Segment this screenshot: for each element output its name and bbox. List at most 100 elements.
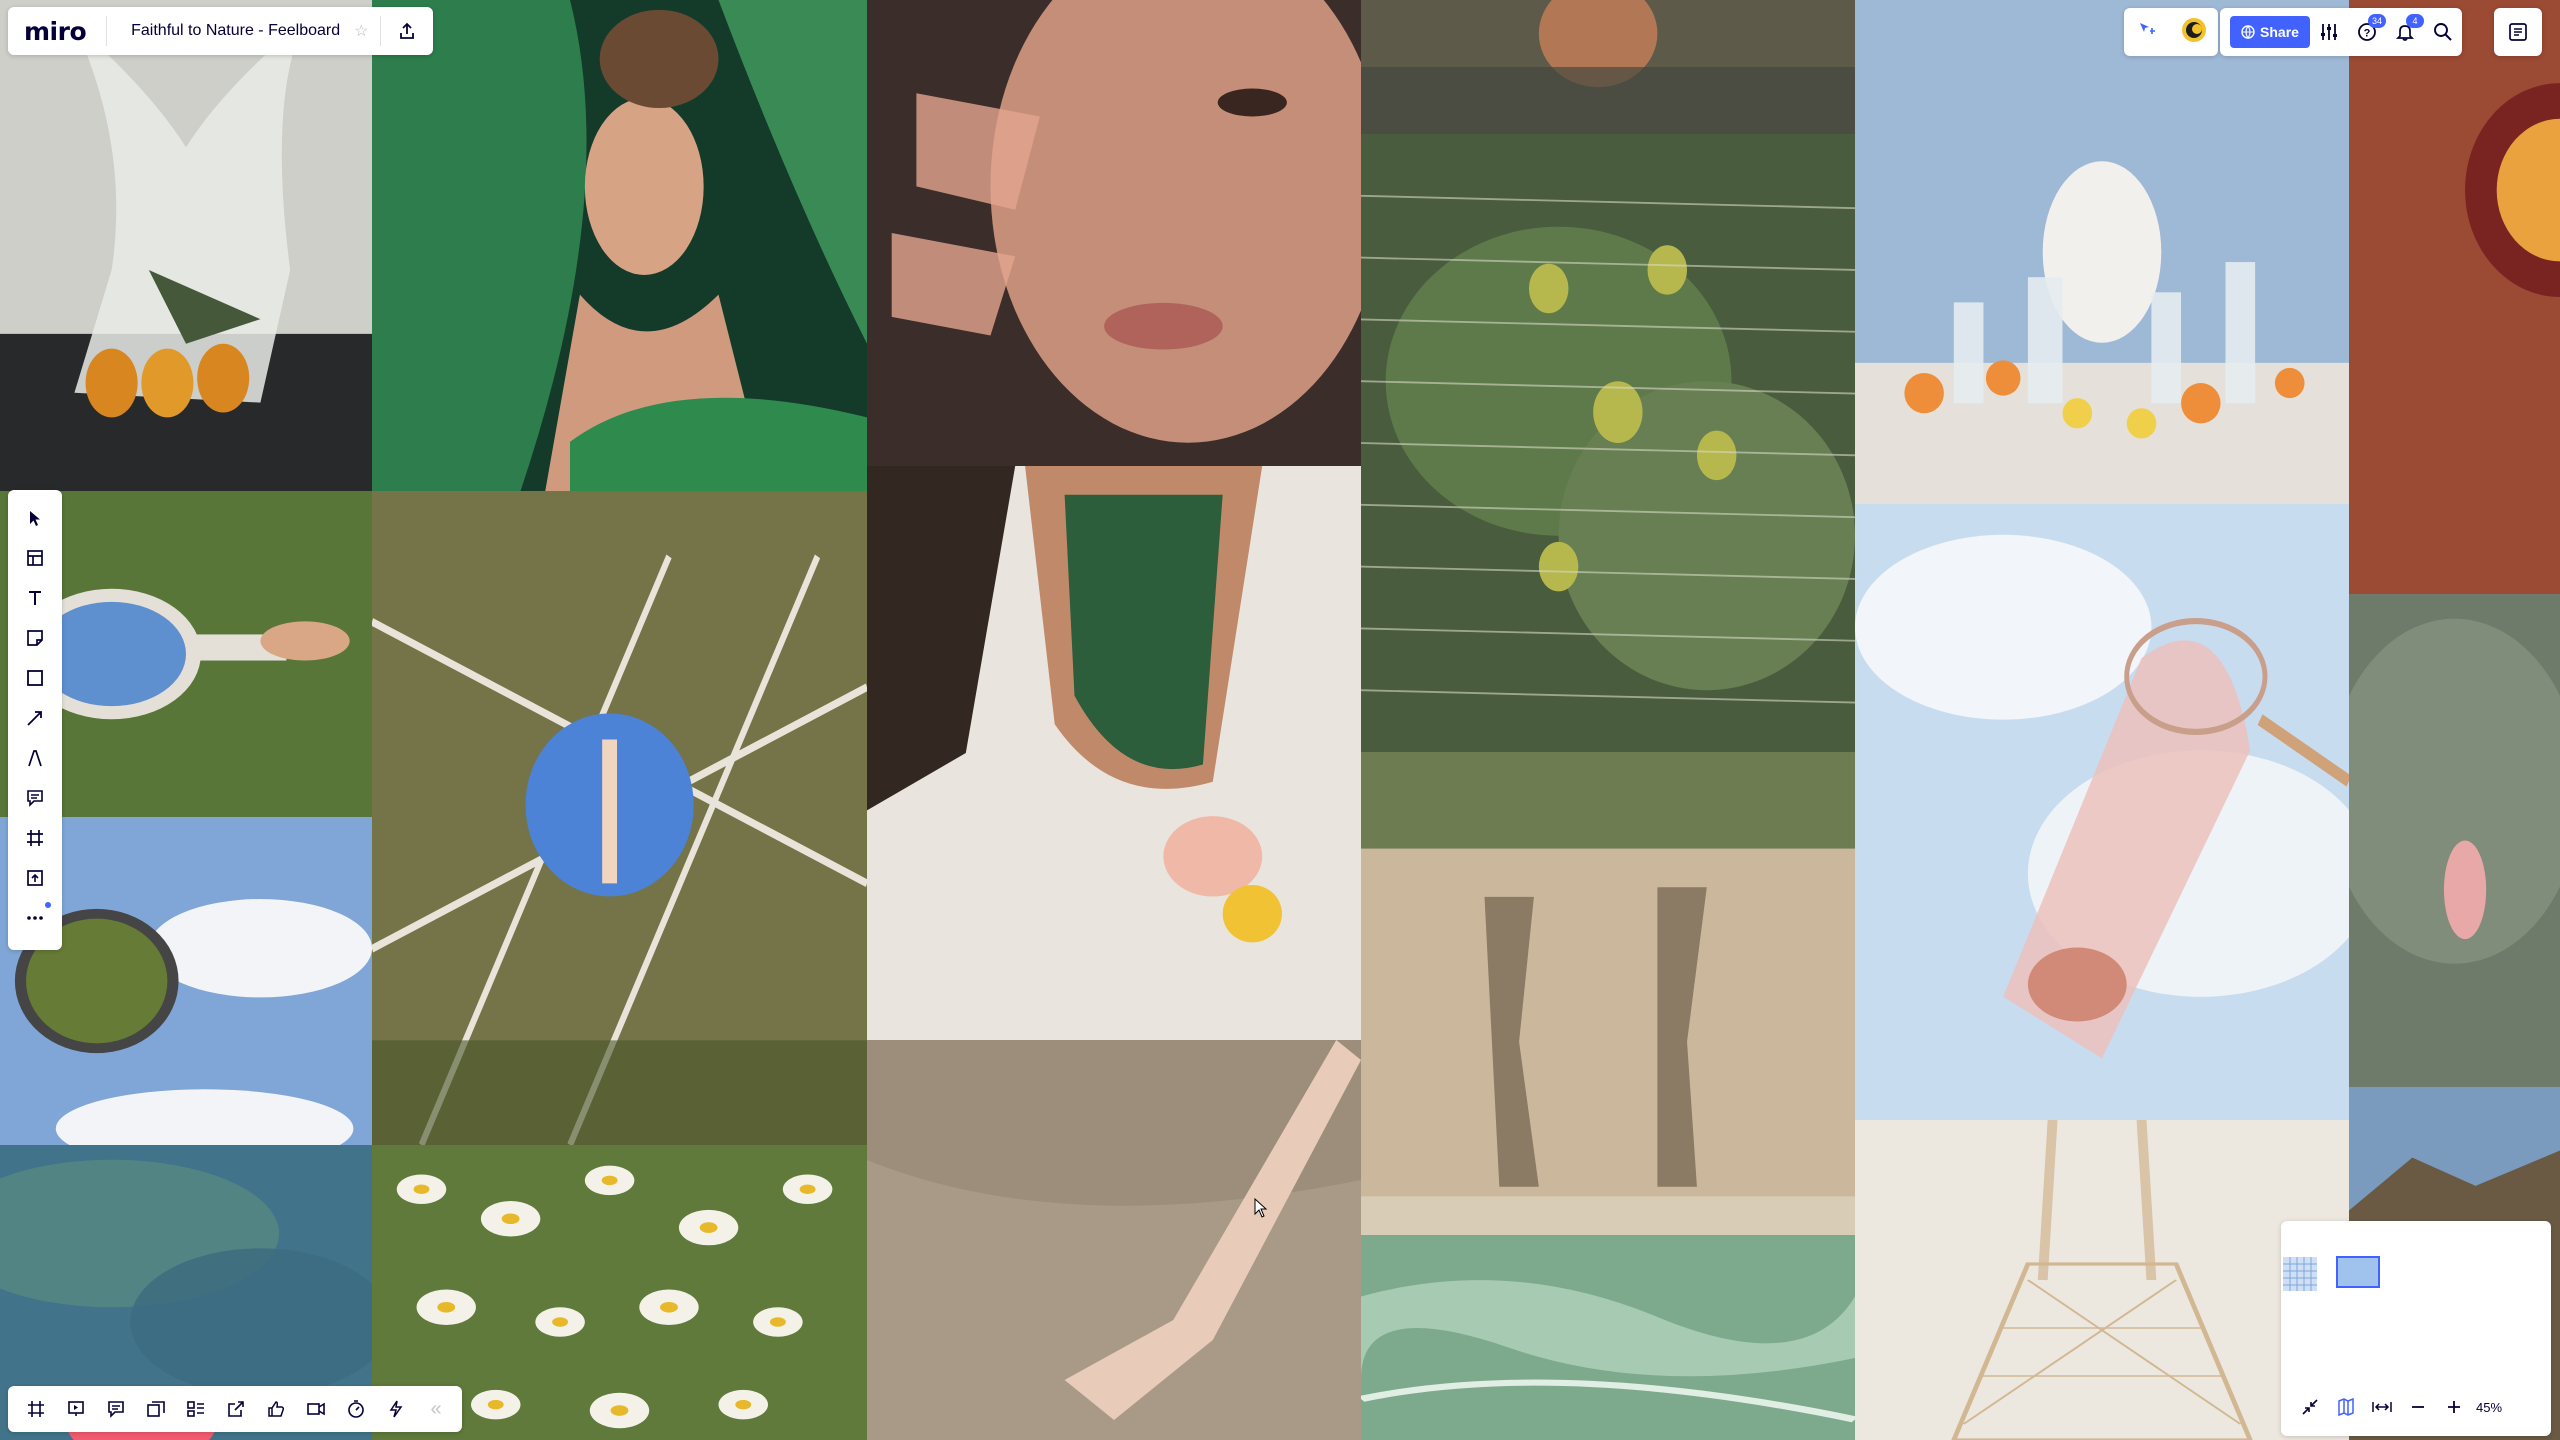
templates-icon	[27, 550, 43, 566]
frames-button[interactable]	[16, 1389, 56, 1429]
mouse-cursor-icon	[1254, 1198, 1268, 1218]
frame-icon	[27, 830, 43, 846]
double-chevron-left-icon: «	[430, 1397, 442, 1420]
cards-button[interactable]	[136, 1389, 176, 1429]
collaboration-bar	[2124, 8, 2218, 56]
kanban-icon	[187, 1401, 204, 1417]
line-tool[interactable]	[15, 698, 55, 738]
select-tool[interactable]	[15, 498, 55, 538]
help-button[interactable]: ? 34	[2348, 8, 2386, 56]
top-right-toolbar: Share ? 34 4	[2220, 8, 2462, 56]
user-avatar[interactable]	[2181, 17, 2207, 48]
globe-icon	[2241, 25, 2255, 39]
miro-logo[interactable]: miro	[8, 17, 106, 46]
plus-icon	[2448, 1401, 2460, 1413]
arrow-line-icon	[27, 711, 42, 726]
cards-icon	[147, 1401, 165, 1417]
pen-tool[interactable]	[15, 738, 55, 778]
comments-button[interactable]	[96, 1389, 136, 1429]
cursor-reaction-icon	[2139, 22, 2155, 34]
list-panel-icon	[2509, 23, 2527, 41]
board-image-green-plastic[interactable]	[1361, 1235, 1855, 1440]
presentation-icon	[68, 1401, 84, 1416]
sticky-note-icon	[27, 630, 43, 646]
fit-width-icon	[2372, 1402, 2392, 1412]
app-bar: miro Faithful to Nature - Feelboard ☆	[8, 7, 434, 55]
kanban-button[interactable]	[176, 1389, 216, 1429]
board-image-swimsuit-sand[interactable]	[867, 466, 1361, 1040]
presentation-button[interactable]	[56, 1389, 96, 1429]
pen-icon	[28, 750, 42, 767]
board-canvas[interactable]	[0, 0, 2560, 1440]
board-image-bather[interactable]	[1361, 0, 1855, 134]
board-image-plastic-bag[interactable]	[0, 0, 372, 491]
minimap-frame-icon[interactable]	[2282, 1256, 2318, 1292]
collapse-toolbar-button[interactable]: «	[416, 1389, 456, 1429]
navigator-controls: 45%	[2292, 1387, 2542, 1427]
new-indicator	[45, 902, 51, 908]
notifications-button[interactable]: 4	[2386, 8, 2424, 56]
star-icon[interactable]: ☆	[348, 21, 380, 41]
templates-tool[interactable]	[15, 538, 55, 578]
zoom-out-button[interactable]	[2400, 1387, 2436, 1427]
square-icon	[27, 670, 43, 686]
external-link-icon	[228, 1401, 244, 1417]
settings-button[interactable]	[2310, 8, 2348, 56]
bottom-toolbar: «	[8, 1386, 462, 1432]
board-image-face-closeup[interactable]	[867, 0, 1361, 466]
board-image-cloudy-glass[interactable]	[2349, 594, 2560, 1087]
board-image-hand-wet-sand[interactable]	[867, 1040, 1361, 1440]
avatar-icon	[2181, 17, 2206, 42]
lightning-button[interactable]	[376, 1389, 416, 1429]
board-panel-button[interactable]	[2494, 8, 2542, 56]
frame-tool[interactable]	[15, 818, 55, 858]
shrink-icon	[2302, 1399, 2318, 1415]
board-image-mesh-bag[interactable]	[1855, 1120, 2349, 1440]
timer-button[interactable]	[336, 1389, 376, 1429]
minimap-viewport[interactable]	[2336, 1256, 2380, 1288]
text-icon	[29, 591, 41, 605]
zoom-in-button[interactable]	[2436, 1387, 2472, 1427]
fit-width-button[interactable]	[2364, 1387, 2400, 1427]
shape-tool[interactable]	[15, 658, 55, 698]
share-label: Share	[2260, 24, 2299, 40]
board-image-canvas-shadows[interactable]	[1361, 752, 1855, 1235]
timer-icon	[348, 1400, 364, 1418]
share-screen-button[interactable]	[216, 1389, 256, 1429]
search-button[interactable]	[2424, 8, 2462, 56]
search-icon	[2434, 23, 2452, 41]
sticky-note-tool[interactable]	[15, 618, 55, 658]
board-image-pomegranate[interactable]	[2349, 0, 2560, 594]
comments-icon	[108, 1401, 124, 1418]
board-title[interactable]: Faithful to Nature - Feelboard	[107, 22, 348, 40]
more-tools[interactable]	[15, 898, 55, 938]
left-toolbar	[8, 490, 62, 950]
thumbs-up-icon	[268, 1401, 285, 1417]
help-badge: 34	[2368, 14, 2386, 28]
more-icon	[27, 916, 43, 920]
board-image-butterfly-net[interactable]	[1855, 504, 2349, 1120]
zoom-level[interactable]: 45%	[2472, 1400, 2502, 1415]
fit-view-button[interactable]	[2292, 1387, 2328, 1427]
map-toggle-button[interactable]	[2328, 1387, 2364, 1427]
video-icon	[307, 1402, 325, 1416]
video-call-button[interactable]	[296, 1389, 336, 1429]
notifications-badge: 4	[2406, 14, 2424, 28]
board-image-vases-citrus[interactable]	[1855, 0, 2349, 504]
reactions-button[interactable]	[2136, 19, 2158, 46]
map-icon	[2338, 1398, 2354, 1416]
board-image-apple-tree-net[interactable]	[1361, 134, 1855, 752]
comment-icon	[27, 790, 43, 807]
sliders-icon	[2321, 24, 2337, 40]
board-image-round-mirror-branches[interactable]	[372, 491, 867, 1145]
upload-tool[interactable]	[15, 858, 55, 898]
svg-text:?: ?	[2364, 28, 2371, 40]
export-button[interactable]	[381, 7, 433, 55]
share-button[interactable]: Share	[2230, 16, 2310, 48]
board-image-woman-palm-leaf[interactable]	[372, 0, 867, 491]
voting-button[interactable]	[256, 1389, 296, 1429]
upload-icon	[400, 22, 415, 39]
text-tool[interactable]	[15, 578, 55, 618]
comment-tool[interactable]	[15, 778, 55, 818]
minus-icon	[2412, 1406, 2424, 1408]
